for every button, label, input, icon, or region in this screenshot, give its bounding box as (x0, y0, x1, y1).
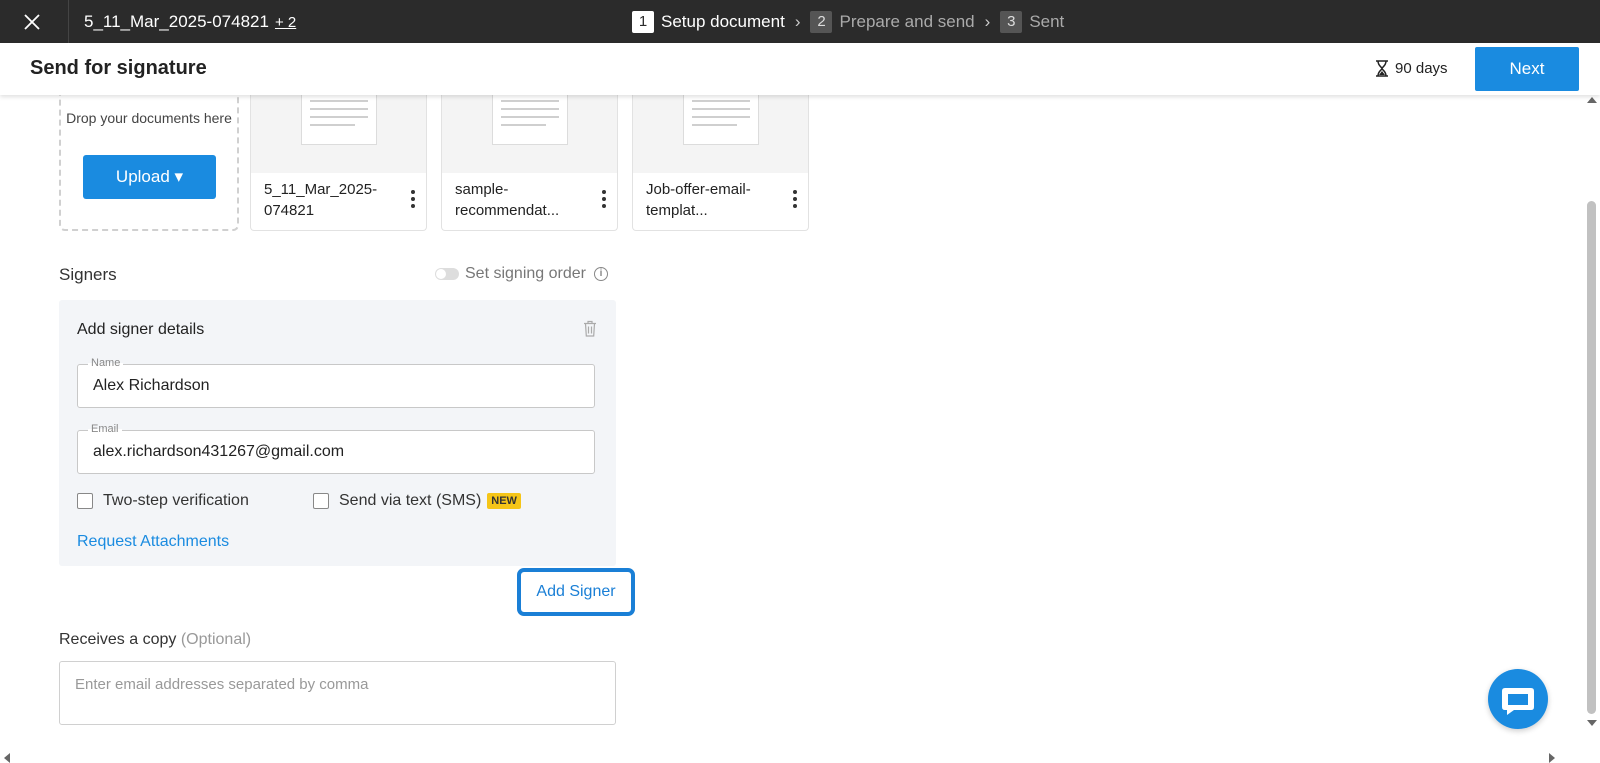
main-content: Drop your documents here Upload ▾ 5_11_M… (0, 95, 1580, 750)
step-number: 1 (632, 11, 654, 33)
step-sent: 3 Sent (1000, 11, 1064, 33)
expiry-indicator[interactable]: 90 days (1375, 60, 1448, 77)
receives-copy-heading: Receives a copy (Optional) (59, 631, 251, 649)
document-page-icon (301, 95, 377, 145)
hourglass-icon (1376, 60, 1388, 77)
info-icon[interactable]: i (593, 267, 608, 281)
scroll-right-icon[interactable] (1549, 753, 1555, 763)
document-page-icon (683, 95, 759, 145)
page-header: Send for signature 90 days Next (0, 43, 1600, 95)
step-label: Prepare and send (839, 12, 975, 31)
name-field-value: Alex Richardson (93, 377, 210, 394)
progress-steps: 1 Setup document › 2 Prepare and send › … (632, 11, 1064, 33)
two-step-verification-checkbox[interactable] (77, 493, 93, 509)
signing-order-control: Set signing order i (435, 265, 608, 283)
drop-zone[interactable]: Drop your documents here Upload ▾ (59, 95, 239, 231)
scroll-thumb[interactable] (1587, 201, 1596, 714)
more-options-icon[interactable] (410, 190, 416, 210)
email-field-value: alex.richardson431267@gmail.com (93, 443, 345, 460)
document-page-icon (492, 95, 568, 145)
vertical-scrollbar[interactable] (1583, 95, 1600, 750)
topbar-divider (68, 0, 69, 43)
top-bar: 5_11_Mar_2025-074821 + 2 1 Setup document… (0, 0, 1600, 43)
drop-text: Drop your documents here (66, 110, 232, 126)
upload-button[interactable]: Upload ▾ (83, 155, 216, 199)
two-step-verification-option: Two-step verification (77, 492, 249, 510)
more-options-icon[interactable] (601, 190, 607, 210)
signing-order-label: Set signing order (465, 265, 586, 282)
horizontal-scrollbar[interactable] (0, 750, 1583, 763)
document-thumbnail (633, 95, 808, 173)
send-via-sms-checkbox[interactable] (313, 493, 329, 509)
step-number: 2 (810, 11, 833, 33)
document-thumbnail (442, 95, 617, 173)
new-badge: NEW (487, 493, 521, 509)
chat-button[interactable] (1488, 669, 1548, 729)
more-options-icon[interactable] (792, 190, 798, 210)
scroll-down-icon[interactable] (1587, 720, 1597, 726)
document-card[interactable]: Job-offer-email-templat... (632, 95, 809, 231)
email-field[interactable]: Email alex.richardson431267@gmail.com (77, 423, 595, 474)
optional-label: (Optional) (180, 631, 252, 648)
send-via-sms-label: Send via text (SMS) (339, 492, 482, 509)
next-button[interactable]: Next (1475, 47, 1579, 91)
chevron-right-icon: › (984, 12, 991, 31)
document-name: sample-recommendat... (455, 181, 560, 219)
request-attachments-link[interactable]: Request Attachments (77, 533, 229, 551)
expiry-text: 90 days (1395, 60, 1448, 77)
receives-copy-label: Receives a copy (59, 631, 177, 648)
more-documents-link[interactable]: + 2 (275, 14, 296, 31)
step-number: 3 (1000, 11, 1023, 33)
step-setup-document: 1 Setup document (632, 11, 785, 33)
scroll-left-icon[interactable] (4, 753, 10, 763)
two-step-verification-label: Two-step verification (103, 492, 249, 509)
document-name-text: 5_11_Mar_2025-074821 (84, 12, 269, 31)
cc-email-input[interactable] (59, 661, 616, 725)
document-name: 5_11_Mar_2025-074821 (264, 181, 378, 219)
signer-card: Add signer details Name Alex Richardson … (59, 300, 616, 566)
trash-icon[interactable] (583, 320, 597, 342)
step-label: Setup document (661, 12, 785, 31)
close-icon[interactable] (20, 10, 44, 34)
document-card[interactable]: 5_11_Mar_2025-074821 (250, 95, 427, 231)
document-card[interactable]: sample-recommendat... (441, 95, 618, 231)
name-field[interactable]: Name Alex Richardson (77, 357, 595, 408)
chevron-right-icon: › (794, 12, 801, 31)
signers-heading: Signers (59, 265, 117, 284)
document-name: Job-offer-email-templat... (646, 181, 751, 219)
page-title: Send for signature (30, 57, 207, 79)
signing-order-toggle[interactable] (435, 268, 459, 280)
step-label: Sent (1029, 12, 1065, 31)
chat-bubble-icon (1502, 688, 1534, 715)
scroll-up-icon[interactable] (1587, 97, 1597, 103)
send-via-sms-option: Send via text (SMS) NEW (313, 492, 521, 510)
email-field-label: Email (88, 423, 122, 435)
add-signer-button[interactable]: Add Signer (517, 568, 635, 616)
document-name: 5_11_Mar_2025-074821 + 2 (84, 12, 296, 32)
document-thumbnail (251, 95, 426, 173)
name-field-label: Name (88, 357, 124, 369)
signer-card-title: Add signer details (77, 321, 205, 338)
step-prepare-and-send: 2 Prepare and send (810, 11, 975, 33)
